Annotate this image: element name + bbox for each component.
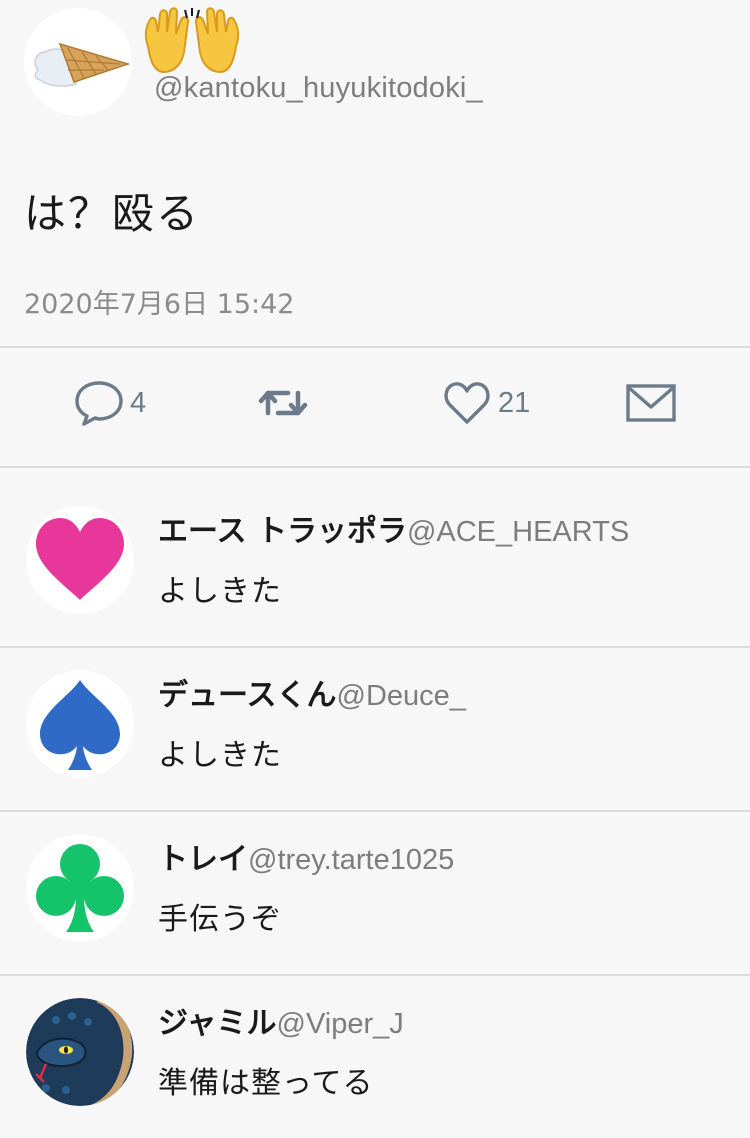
reply-author-handle[interactable]: @trey.tarte1025 — [248, 844, 454, 876]
heart-outline-icon — [444, 382, 490, 424]
author-avatar[interactable] — [24, 8, 132, 116]
spade-icon — [40, 680, 120, 770]
snake-icon — [26, 998, 134, 1106]
reply-author-handle[interactable]: @Deuce_ — [337, 680, 466, 712]
reply-item[interactable]: ジャミル@Viper_J 準備は整ってる — [0, 976, 750, 1138]
reply-author-name[interactable]: トレイ — [158, 842, 248, 877]
reply-text: 準備は整ってる — [158, 1066, 374, 1101]
reply-avatar[interactable] — [26, 998, 134, 1106]
retweet-button[interactable] — [258, 378, 308, 428]
author-handle[interactable]: @kantoku_huyukitodoki_ — [154, 72, 483, 105]
reply-avatar[interactable] — [26, 506, 134, 614]
reply-item[interactable]: エース トラッポラ@ACE_HEARTS よしきた — [0, 484, 750, 646]
raising-hands-icon — [140, 6, 244, 76]
like-count: 21 — [498, 386, 531, 419]
reply-author-name[interactable]: エース トラッポラ — [158, 514, 407, 549]
reply-text: 手伝うぞ — [158, 902, 282, 937]
reply-author-name[interactable]: デュースくん — [158, 678, 337, 713]
tweet-header: @kantoku_huyukitodoki_ — [0, 0, 750, 130]
reply-avatar[interactable] — [26, 834, 134, 942]
reply-item[interactable]: デュースくん@Deuce_ よしきた — [0, 648, 750, 810]
reply-count: 4 — [130, 386, 147, 419]
reply-button[interactable]: 4 — [74, 378, 146, 428]
reply-text: よしきた — [158, 574, 282, 609]
divider — [0, 466, 750, 468]
like-button[interactable]: 21 — [442, 378, 530, 428]
reply-icon — [75, 381, 123, 426]
action-bar: 4 21 — [0, 348, 750, 466]
reply-avatar[interactable] — [26, 670, 134, 778]
retweet-icon — [258, 390, 308, 416]
share-dm-button[interactable] — [626, 378, 676, 428]
envelope-icon — [626, 384, 676, 422]
tweet-text: は？殴る — [24, 189, 201, 238]
reply-text: よしきた — [158, 738, 282, 773]
reply-author-handle[interactable]: @ACE_HEARTS — [407, 516, 629, 548]
reply-list: エース トラッポラ@ACE_HEARTS よしきた デュースくん@Deuce_ … — [0, 484, 750, 1138]
heart-icon — [36, 518, 124, 600]
ice-cream-cone-icon — [34, 42, 131, 87]
tweet-timestamp: 2020年7月6日 15:42 — [24, 289, 295, 320]
reply-author-name[interactable]: ジャミル — [158, 1006, 277, 1041]
reply-item[interactable]: トレイ@trey.tarte1025 手伝うぞ — [0, 812, 750, 974]
club-icon — [36, 844, 124, 932]
reply-author-handle[interactable]: @Viper_J — [277, 1008, 404, 1040]
